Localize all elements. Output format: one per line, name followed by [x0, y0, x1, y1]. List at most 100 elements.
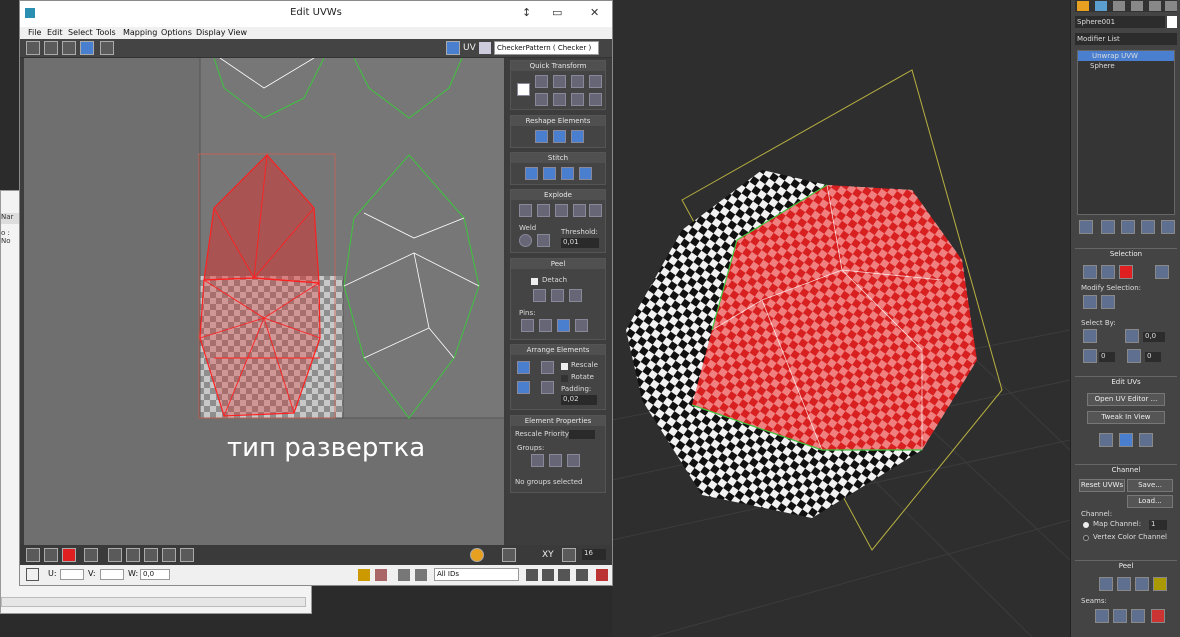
group-selected-icon[interactable] [531, 454, 544, 467]
xy-label[interactable]: XY [542, 550, 554, 560]
reset-peel-icon[interactable] [569, 289, 582, 302]
material-id-dropdown[interactable]: All IDs [434, 568, 519, 581]
stitch-average-icon[interactable] [561, 167, 574, 180]
soft-select-icon[interactable] [470, 548, 484, 562]
select-pins-icon[interactable] [575, 319, 588, 332]
reset-peel-rollout-icon[interactable] [1135, 577, 1149, 591]
rescale-checkbox[interactable] [561, 363, 568, 370]
menu-mapping[interactable]: Mapping [123, 28, 157, 37]
edit-uvs-title[interactable]: Edit UVs [1075, 377, 1177, 387]
edit-pins-icon[interactable] [521, 319, 534, 332]
pivot-icon[interactable] [517, 83, 530, 96]
lock-icon[interactable] [358, 569, 370, 581]
align-icon[interactable] [535, 75, 548, 88]
align-v-icon[interactable] [535, 93, 548, 106]
select-group-icon[interactable] [549, 454, 562, 467]
scale-icon[interactable] [62, 41, 76, 55]
tweak-in-view-button[interactable]: Tweak In View [1087, 411, 1165, 424]
rotate-ccw-icon[interactable] [571, 75, 584, 88]
select-by-matid-icon[interactable] [1127, 349, 1141, 363]
quick-peel-rollout-icon[interactable] [1099, 577, 1113, 591]
show-end-result-icon[interactable] [1101, 220, 1115, 234]
padding-spinner[interactable]: 0,02 [561, 395, 597, 405]
uv-canvas[interactable] [24, 58, 504, 545]
relax-until-flat-icon[interactable] [571, 130, 584, 143]
hierarchy-tab-icon[interactable] [1113, 1, 1125, 11]
move-icon[interactable] [26, 41, 40, 55]
remove-modifier-icon[interactable] [1141, 220, 1155, 234]
checker-icon[interactable] [479, 42, 491, 54]
freeze-icon[interactable] [398, 569, 410, 581]
space-h-icon[interactable] [589, 75, 602, 88]
vertex-mode-icon[interactable] [1083, 265, 1097, 279]
channel-title[interactable]: Channel [1075, 465, 1177, 475]
minimize-icon[interactable]: ↕ [522, 6, 531, 19]
uv-editor-window[interactable]: Edit UVWs ↕ ▭ ✕ File Edit Select Tools M… [19, 0, 613, 586]
threshold-spinner[interactable]: 0,01 [561, 238, 599, 248]
texture-dropdown[interactable]: CheckerPattern ( Checker ) [494, 41, 599, 55]
object-color-swatch[interactable] [1167, 16, 1177, 28]
zoom-region-icon[interactable] [558, 569, 570, 581]
menu-tools[interactable]: Tools [96, 28, 116, 37]
ungroup-icon[interactable] [567, 454, 580, 467]
vertex-color-radio[interactable] [1083, 535, 1089, 541]
modifier-list-dropdown[interactable]: Modifier List [1075, 33, 1177, 45]
planar-angle-icon[interactable] [1125, 329, 1139, 343]
grid-snap-icon[interactable] [562, 548, 576, 562]
uv-axis-label[interactable]: UV [463, 43, 476, 53]
pack-rescale-icon[interactable] [541, 381, 554, 394]
flatten-angle-icon[interactable] [537, 204, 550, 217]
u-spinner[interactable] [60, 569, 84, 580]
edge-sel-to-seams-icon[interactable] [1131, 609, 1145, 623]
align-bbox-icon[interactable] [553, 93, 566, 106]
reset-uvws-button[interactable]: Reset UVWs [1079, 479, 1125, 492]
weld-target-icon[interactable] [519, 234, 532, 247]
shrink-select-icon[interactable] [126, 548, 140, 562]
open-uv-editor-button[interactable]: Open UV Editor ... [1087, 393, 1165, 406]
zoom-extents-icon[interactable] [576, 569, 588, 581]
background-tab[interactable]: Nar [1, 213, 21, 224]
stack-item-unwrap[interactable]: Unwrap UVW [1078, 51, 1174, 61]
stitch-target-icon[interactable] [579, 167, 592, 180]
menu-edit[interactable]: Edit [47, 28, 63, 37]
peel-rollout-title[interactable]: Peel [1075, 561, 1177, 571]
stitch-source-icon[interactable] [543, 167, 556, 180]
quick-planar-map-icon[interactable] [1119, 433, 1133, 447]
stitch-custom-icon[interactable] [525, 167, 538, 180]
pin-selection-icon[interactable] [539, 319, 552, 332]
configure-sets-icon[interactable] [1161, 220, 1175, 234]
polygon-select-icon[interactable] [62, 548, 76, 562]
select-by-smgroup-icon[interactable] [1083, 349, 1097, 363]
restore-icon[interactable]: ▭ [552, 6, 562, 19]
utilities-tab-icon[interactable] [1165, 1, 1177, 11]
flatten-group-icon[interactable] [555, 204, 568, 217]
absolute-offset-icon[interactable] [26, 568, 39, 581]
vertex-select-icon[interactable] [26, 548, 40, 562]
modify-tab-icon[interactable] [1095, 1, 1107, 11]
element-mode-icon[interactable] [1155, 265, 1169, 279]
edit-seams-icon[interactable] [1095, 609, 1109, 623]
w-spinner[interactable]: 0,0 [140, 569, 170, 580]
matid-spinner[interactable]: 0 [1145, 352, 1161, 362]
display-quick-planar-icon[interactable] [1139, 433, 1153, 447]
quick-peel-icon[interactable] [533, 289, 546, 302]
flatten-element-icon[interactable] [573, 204, 586, 217]
edge-select-icon[interactable] [44, 548, 58, 562]
make-unique-icon[interactable] [1121, 220, 1135, 234]
menu-display[interactable]: Display [196, 28, 226, 37]
pan-icon[interactable] [526, 569, 538, 581]
space-v-icon[interactable] [589, 93, 602, 106]
display-tab-icon[interactable] [1149, 1, 1161, 11]
menu-file[interactable]: File [28, 28, 41, 37]
planar-angle-spinner[interactable]: 0,0 [1143, 332, 1165, 342]
quick-planar-icon[interactable] [1099, 433, 1113, 447]
rotate-checkbox[interactable] [561, 375, 568, 382]
straighten-selection-icon[interactable] [535, 130, 548, 143]
mirror-icon[interactable] [100, 41, 114, 55]
v-spinner[interactable] [100, 569, 124, 580]
snap-icon[interactable] [596, 569, 608, 581]
pack-together-icon[interactable] [541, 361, 554, 374]
load-button[interactable]: Load... [1127, 495, 1173, 508]
smgroup-spinner[interactable]: 0 [1099, 352, 1115, 362]
hide-icon[interactable] [375, 569, 387, 581]
